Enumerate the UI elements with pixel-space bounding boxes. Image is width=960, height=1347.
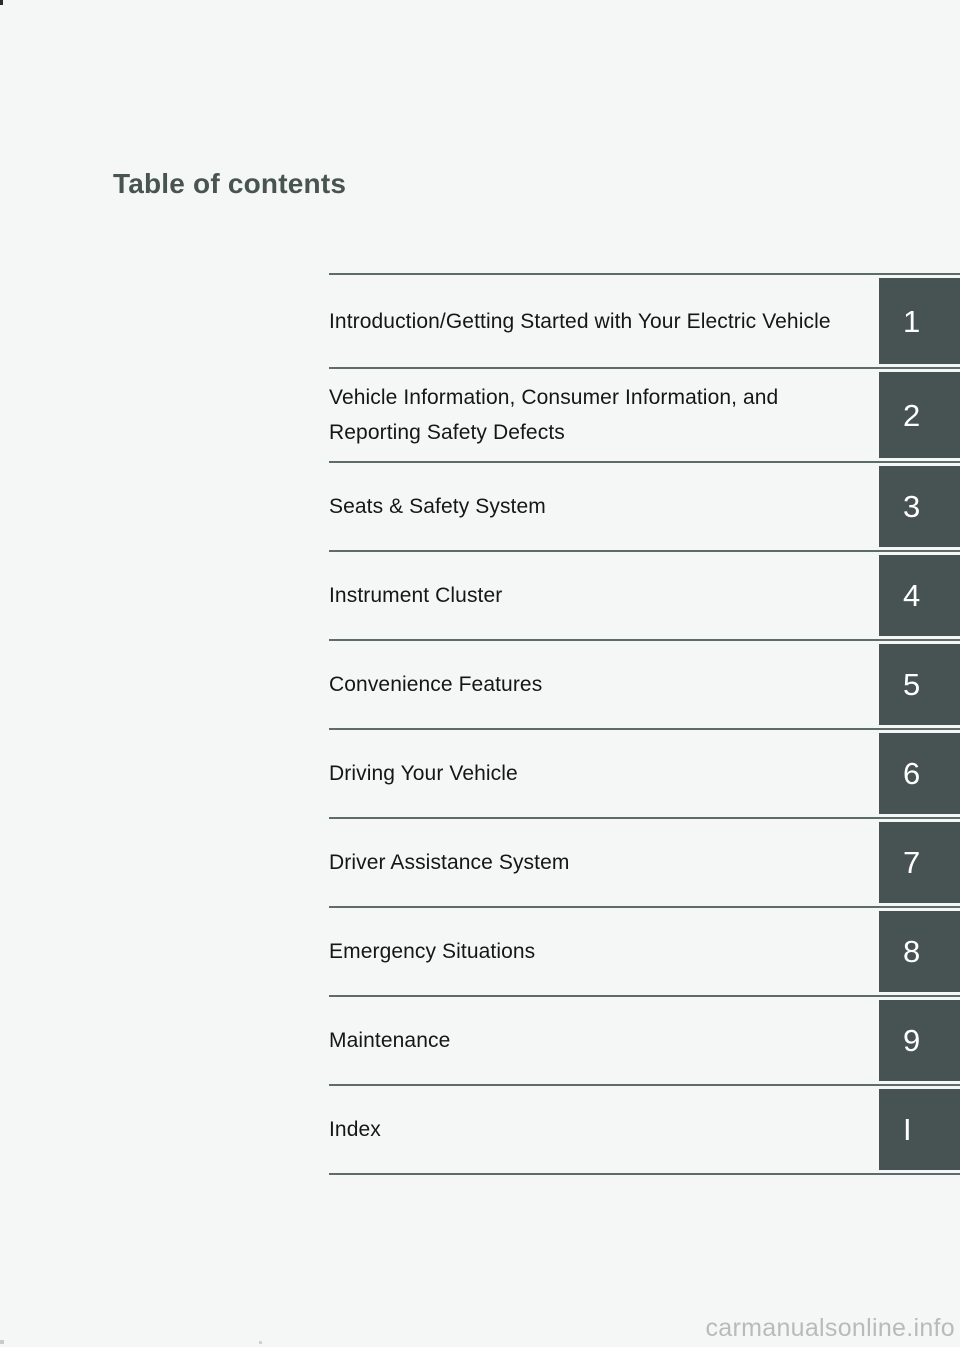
toc-entry-label: Maintenance [329,1029,451,1052]
toc-chapter-number: 7 [903,845,921,880]
toc-chapter-tab[interactable]: 6 [879,733,960,814]
toc-row[interactable]: Driver Assistance System 7 [329,817,960,906]
toc-entry-label-cell[interactable]: Driving Your Vehicle [329,730,878,817]
toc-chapter-tab[interactable]: I [879,1089,960,1170]
toc-entry-label-cell[interactable]: Instrument Cluster [329,552,878,639]
page-title: Table of contents [113,167,347,199]
toc-chapter-tab-cell[interactable]: 8 [878,908,960,995]
toc-entry-label-cell[interactable]: Index [329,1086,878,1173]
toc-chapter-number: 5 [903,667,921,702]
toc-chapter-number: 3 [903,489,921,524]
toc-entry-label: Emergency Situations [329,940,536,963]
toc-entry-label-cell[interactable]: Introduction/Getting Started with Your E… [329,275,878,367]
site-watermark: carmanualsonline.info [705,1314,955,1342]
toc-chapter-number: 8 [903,934,921,969]
toc-entry-label: Convenience Features [329,673,543,696]
toc-row[interactable]: Index I [329,1084,960,1175]
toc-entry-label-cell[interactable]: Emergency Situations [329,908,878,995]
toc-chapter-number: I [903,1112,912,1147]
toc-entry-label-cell[interactable]: Seats & Safety System [329,463,878,550]
toc-chapter-number: 1 [903,303,921,339]
toc-entry-label: Driving Your Vehicle [329,762,518,785]
toc-row[interactable]: Convenience Features 5 [329,639,960,728]
toc-entry-label-cell[interactable]: Driver Assistance System [329,819,878,906]
toc-chapter-tab[interactable]: 5 [879,644,960,725]
manual-page: Table of contents Introduction/Getting S… [0,0,960,1347]
scan-artifact-top-left [0,0,3,5]
toc-chapter-number: 2 [903,397,921,433]
toc-chapter-number: 6 [903,756,921,791]
toc-chapter-tab[interactable]: 2 [879,372,960,458]
toc-entry-label-cell[interactable]: Convenience Features [329,641,878,728]
toc-chapter-tab-cell[interactable]: 6 [878,730,960,817]
toc-chapter-tab[interactable]: 8 [879,911,960,992]
toc-chapter-tab[interactable]: 7 [879,822,960,903]
toc-row[interactable]: Vehicle Information, Consumer Informatio… [329,367,960,461]
scan-artifact-bottom-mid [259,1341,262,1344]
toc-entry-label: Introduction/Getting Started with Your E… [329,309,831,333]
toc-chapter-tab[interactable]: 9 [879,1000,960,1081]
toc-chapter-tab-cell[interactable]: 3 [878,463,960,550]
toc-chapter-tab-cell[interactable]: I [878,1086,960,1173]
toc-entry-label-cell[interactable]: Maintenance [329,997,878,1084]
toc-chapter-tab-cell[interactable]: 7 [878,819,960,906]
toc-entry-label: Vehicle Information, Consumer Informatio… [329,386,779,444]
table-of-contents: Introduction/Getting Started with Your E… [329,273,960,1175]
toc-entry-label: Instrument Cluster [329,584,503,607]
toc-chapter-number: 9 [903,1023,921,1058]
toc-row[interactable]: Seats & Safety System 3 [329,461,960,550]
toc-chapter-tab-cell[interactable]: 9 [878,997,960,1084]
toc-chapter-tab[interactable]: 1 [879,278,960,364]
toc-chapter-tab-cell[interactable]: 5 [878,641,960,728]
toc-chapter-tab[interactable]: 4 [879,555,960,636]
toc-chapter-number: 4 [903,578,921,613]
toc-entry-label: Index [329,1118,381,1141]
toc-row[interactable]: Instrument Cluster 4 [329,550,960,639]
scan-artifact-bottom-left [0,1340,4,1344]
toc-entry-label: Seats & Safety System [329,495,546,518]
toc-row[interactable]: Introduction/Getting Started with Your E… [329,273,960,367]
toc-entry-label-cell[interactable]: Vehicle Information, Consumer Informatio… [329,369,878,461]
toc-row[interactable]: Maintenance 9 [329,995,960,1084]
toc-chapter-tab[interactable]: 3 [879,466,960,547]
toc-row[interactable]: Driving Your Vehicle 6 [329,728,960,817]
toc-chapter-tab-cell[interactable]: 1 [878,275,960,367]
toc-chapter-tab-cell[interactable]: 2 [878,369,960,461]
toc-chapter-tab-cell[interactable]: 4 [878,552,960,639]
toc-row[interactable]: Emergency Situations 8 [329,906,960,995]
toc-entry-label: Driver Assistance System [329,851,570,874]
